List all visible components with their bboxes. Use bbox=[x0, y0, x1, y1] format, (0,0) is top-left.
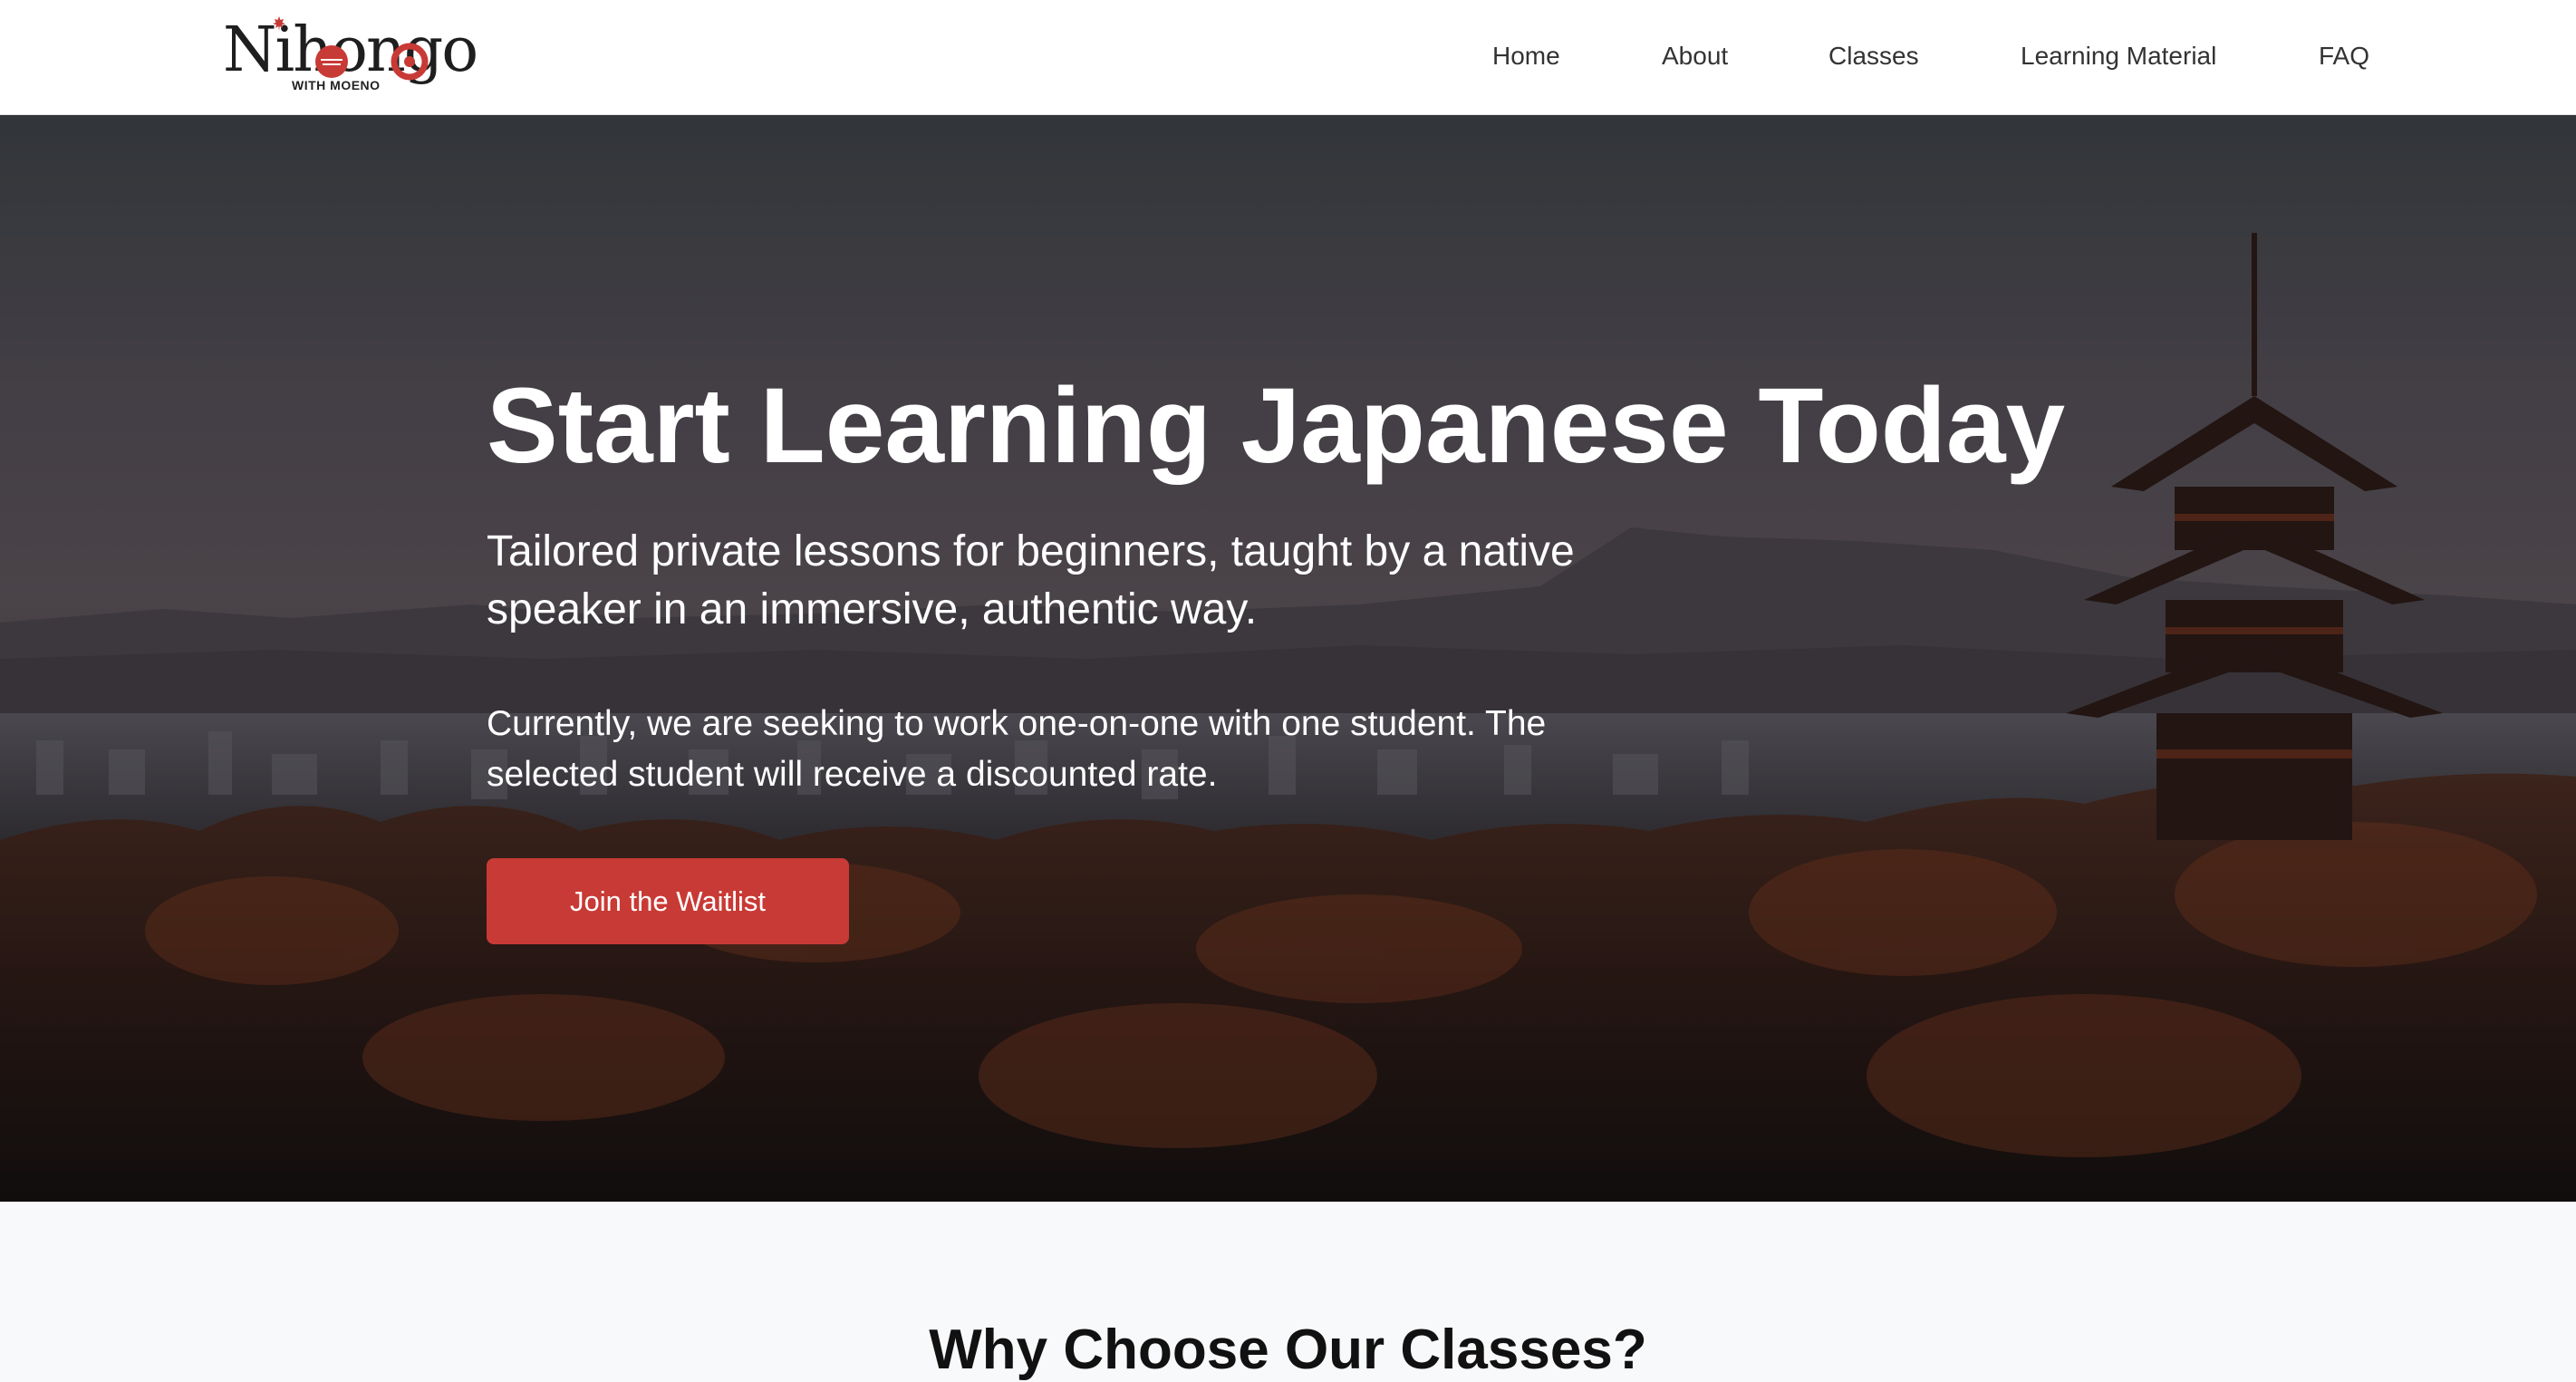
brand-logo[interactable]: Nihongo WITH MOENO bbox=[223, 14, 478, 96]
sun-circle-icon bbox=[391, 43, 429, 81]
hero-overlay bbox=[0, 115, 2576, 1202]
hero-title: Start Learning Japanese Today bbox=[487, 366, 2066, 486]
site-header: Nihongo WITH MOENO Home About Classes Le… bbox=[0, 0, 2576, 115]
nav-learning-material[interactable]: Learning Material bbox=[2021, 40, 2216, 72]
why-section: Why Choose Our Classes? bbox=[0, 1202, 2576, 1382]
join-waitlist-button[interactable]: Join the Waitlist bbox=[487, 858, 849, 944]
hero-subtitle: Tailored private lessons for beginners, … bbox=[487, 527, 1575, 633]
brand-tagline: WITH MOENO bbox=[292, 78, 381, 92]
why-heading: Why Choose Our Classes? bbox=[929, 1319, 1647, 1381]
maple-leaf-icon bbox=[273, 16, 285, 31]
nav-classes[interactable]: Classes bbox=[1828, 40, 1919, 72]
nav-faq[interactable]: FAQ bbox=[2319, 40, 2369, 72]
brand-name: Nihongo bbox=[223, 14, 478, 86]
logo-accent-icon bbox=[315, 45, 348, 78]
nav-home[interactable]: Home bbox=[1492, 40, 1560, 72]
nav-about[interactable]: About bbox=[1662, 40, 1728, 72]
hero-note: Currently, we are seeking to work one-on… bbox=[487, 704, 1547, 794]
hero-section: Start Learning Japanese Today Tailored p… bbox=[0, 115, 2576, 1202]
